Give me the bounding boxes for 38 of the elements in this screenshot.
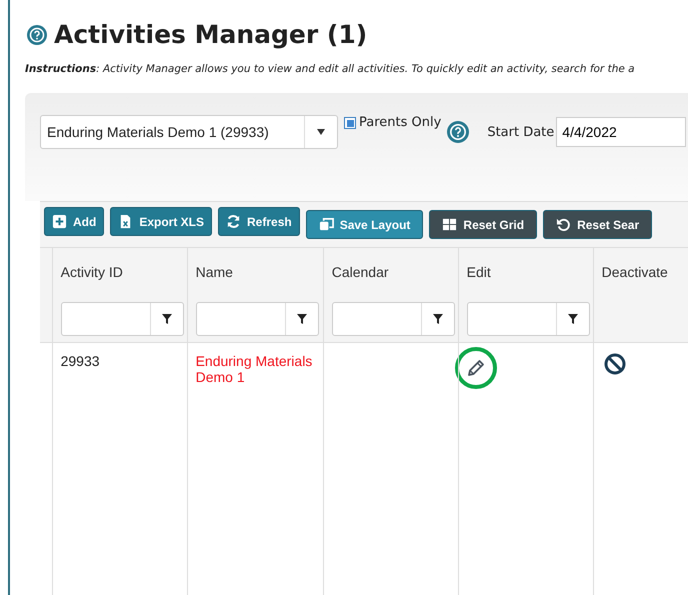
grid-icon [442, 217, 458, 232]
start-date-label: Start Date [487, 124, 554, 140]
table-cell: 29933 [60, 353, 100, 369]
column-header[interactable]: Calendar [323, 248, 458, 295]
toolbar-button[interactable]: Save Layout [306, 210, 424, 239]
toolbar-button[interactable]: Export XLS [110, 207, 212, 236]
help-icon[interactable] [447, 121, 470, 143]
column-header[interactable]: Edit [458, 248, 594, 295]
column-filter-field[interactable] [60, 302, 184, 336]
instructions-text: Instructions: Activity Manager allows you to view and edit all activities. To quickly edit an activity, search for the a [25, 63, 636, 75]
help-icon[interactable] [27, 24, 47, 44]
plus-square-icon [52, 214, 67, 229]
activity-dropdown[interactable]: Enduring Materials Demo 1 (29933) [40, 115, 338, 149]
undo-icon [556, 217, 572, 232]
column-filter-field[interactable] [466, 302, 590, 336]
prohibited-icon[interactable] [604, 353, 626, 375]
parents-only-checkbox[interactable] [344, 117, 356, 129]
start-date-field[interactable]: 4/4/2022 [556, 117, 686, 147]
toolbar-button[interactable]: Reset Sear [543, 210, 652, 239]
toolbar-button[interactable]: Refresh [218, 207, 300, 236]
column-header[interactable]: Deactivate [593, 248, 688, 295]
toolbar-button[interactable]: Reset Grid [429, 210, 538, 239]
page-title: Activities Manager (1) [54, 20, 368, 49]
column-filter-field[interactable] [332, 302, 455, 336]
activity-name-link[interactable]: Enduring Materials Demo 1 [196, 353, 321, 385]
filter-icon[interactable] [432, 314, 443, 324]
column-filter-field[interactable] [196, 302, 319, 336]
filter-icon[interactable] [162, 314, 172, 324]
parents-only-label: Parents Only [359, 115, 442, 130]
column-header[interactable]: Activity ID [52, 248, 188, 295]
filter-icon[interactable] [296, 314, 307, 324]
toolbar-button[interactable]: Add [44, 207, 104, 236]
filter-icon[interactable] [568, 314, 578, 324]
pencil-icon[interactable] [466, 358, 486, 378]
copy-icon [318, 217, 334, 232]
caret-icon[interactable] [317, 129, 325, 135]
refresh-icon [226, 214, 242, 229]
column-header[interactable]: Name [187, 248, 324, 295]
